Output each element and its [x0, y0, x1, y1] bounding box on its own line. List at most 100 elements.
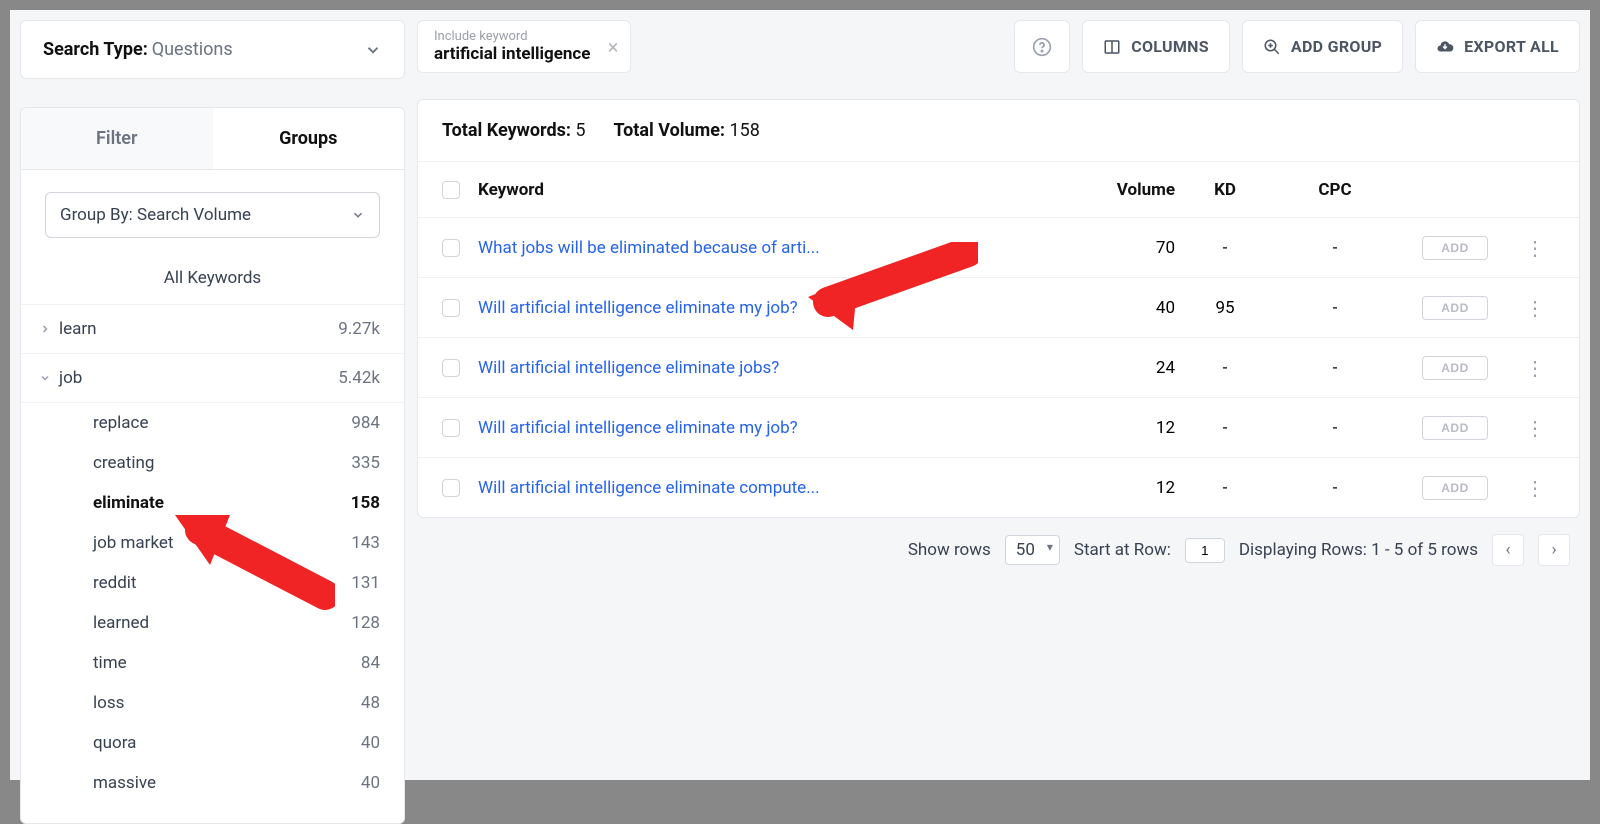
group-by-text: Group By: Search Volume: [60, 205, 251, 225]
tree-item-loss[interactable]: loss48: [21, 683, 404, 723]
kd-cell: -: [1175, 418, 1275, 438]
keyword-link[interactable]: Will artificial intelligence eliminate m…: [478, 418, 798, 438]
add-button[interactable]: ADD: [1422, 476, 1488, 500]
prev-page-button[interactable]: ‹: [1492, 534, 1524, 566]
tree-count: 335: [351, 453, 380, 473]
row-checkbox[interactable]: [442, 359, 460, 377]
start-at-label: Start at Row:: [1074, 540, 1171, 560]
tree-item-time[interactable]: time84: [21, 643, 404, 683]
app-root: Search Type: Questions Filter Groups Gro…: [10, 10, 1590, 780]
header-volume[interactable]: Volume: [1055, 180, 1175, 200]
tree-item-eliminate[interactable]: eliminate158: [21, 483, 404, 523]
row-checkbox[interactable]: [442, 479, 460, 497]
rows-per-page-select[interactable]: 50: [1005, 535, 1060, 565]
search-type-dropdown[interactable]: Search Type: Questions: [20, 20, 405, 79]
tree-item-creating[interactable]: creating335: [21, 443, 404, 483]
tree-item-replace[interactable]: replace984: [21, 403, 404, 443]
tab-groups[interactable]: Groups: [213, 108, 405, 169]
tree-item-job[interactable]: job 5.42k: [21, 354, 404, 403]
cpc-cell: -: [1275, 478, 1395, 498]
more-icon[interactable]: ⋮: [1525, 296, 1545, 320]
keyword-link[interactable]: What jobs will be eliminated because of …: [478, 238, 820, 258]
more-icon[interactable]: ⋮: [1525, 356, 1545, 380]
more-icon[interactable]: ⋮: [1525, 416, 1545, 440]
tree-label: loss: [93, 693, 124, 713]
header-keyword[interactable]: Keyword: [478, 180, 1055, 200]
add-button[interactable]: ADD: [1422, 296, 1488, 320]
tree-item-learned[interactable]: learned128: [21, 603, 404, 643]
chip-label: Include keyword: [434, 29, 590, 44]
tree-item-massive[interactable]: massive40: [21, 763, 404, 803]
results-table: Total Keywords: 5 Total Volume: 158 Keyw…: [417, 99, 1580, 518]
keyword-tree: learn 9.27k job 5.42k replace984 creatin…: [21, 305, 404, 823]
columns-icon: [1103, 38, 1121, 56]
more-icon[interactable]: ⋮: [1525, 236, 1545, 260]
tree-label: time: [93, 653, 127, 673]
search-type-value: Questions: [152, 39, 233, 60]
filter-chip-include-keyword: Include keyword artificial intelligence …: [417, 20, 631, 73]
start-row-input[interactable]: [1185, 538, 1225, 563]
export-all-button[interactable]: EXPORT ALL: [1415, 20, 1580, 73]
columns-button[interactable]: COLUMNS: [1082, 20, 1230, 73]
tree-label: massive: [93, 773, 156, 793]
tree-label: reddit: [93, 573, 137, 593]
table-header: Keyword Volume KD CPC: [418, 161, 1579, 217]
table-row: Will artificial intelligence eliminate j…: [418, 337, 1579, 397]
tree-label: job: [59, 368, 82, 388]
select-all-checkbox[interactable]: [442, 181, 460, 199]
volume-cell: 40: [1055, 298, 1175, 318]
sidebar-panel: Filter Groups Group By: Search Volume Al…: [20, 107, 405, 824]
tree-item-learn[interactable]: learn 9.27k: [21, 305, 404, 354]
right-column: Include keyword artificial intelligence …: [417, 20, 1580, 780]
add-group-button[interactable]: ADD GROUP: [1242, 20, 1403, 73]
chip-remove-icon[interactable]: ×: [608, 35, 619, 59]
add-button[interactable]: ADD: [1422, 416, 1488, 440]
group-by-dropdown[interactable]: Group By: Search Volume: [45, 192, 380, 238]
chevron-down-icon: [364, 41, 382, 59]
keyword-link[interactable]: Will artificial intelligence eliminate j…: [478, 358, 779, 378]
row-checkbox[interactable]: [442, 299, 460, 317]
tree-item-reddit[interactable]: reddit 131: [21, 563, 404, 603]
tree-count: 9.27k: [338, 319, 380, 339]
header-cpc[interactable]: CPC: [1275, 180, 1395, 200]
search-plus-icon: [1263, 38, 1281, 56]
more-icon[interactable]: ⋮: [1525, 476, 1545, 500]
row-checkbox[interactable]: [442, 419, 460, 437]
chevron-down-icon: [351, 208, 365, 222]
cpc-cell: -: [1275, 358, 1395, 378]
tree-label: quora: [93, 733, 136, 753]
spacer: [643, 20, 1002, 73]
tree-count: 143: [351, 533, 380, 553]
tree-label: job market: [93, 533, 173, 553]
tree-item-job-market[interactable]: job market 143: [21, 523, 404, 563]
export-all-label: EXPORT ALL: [1464, 37, 1559, 56]
keyword-link[interactable]: Will artificial intelligence eliminate c…: [478, 478, 820, 498]
pagination-bar: Show rows 50 Start at Row: Displaying Ro…: [417, 518, 1580, 566]
help-button[interactable]: [1014, 20, 1070, 73]
cpc-cell: -: [1275, 418, 1395, 438]
kd-cell: -: [1175, 238, 1275, 258]
kd-cell: -: [1175, 358, 1275, 378]
left-column: Search Type: Questions Filter Groups Gro…: [20, 20, 405, 780]
next-page-button[interactable]: ›: [1538, 534, 1570, 566]
tab-filter[interactable]: Filter: [21, 108, 213, 169]
chip-value: artificial intelligence: [434, 44, 590, 64]
table-row: Will artificial intelligence eliminate m…: [418, 397, 1579, 457]
cloud-download-icon: [1436, 38, 1454, 56]
kd-cell: -: [1175, 478, 1275, 498]
tree-count: 984: [351, 413, 380, 433]
volume-cell: 70: [1055, 238, 1175, 258]
row-checkbox[interactable]: [442, 239, 460, 257]
top-bar: Include keyword artificial intelligence …: [417, 20, 1580, 73]
add-button[interactable]: ADD: [1422, 356, 1488, 380]
group-by-wrap: Group By: Search Volume: [21, 170, 404, 252]
keyword-link[interactable]: Will artificial intelligence eliminate m…: [478, 298, 798, 318]
tree-count: 158: [351, 493, 380, 513]
all-keywords-button[interactable]: All Keywords: [21, 252, 404, 305]
tree-count: 131: [351, 573, 380, 593]
tree-count: 5.42k: [338, 368, 380, 388]
header-kd[interactable]: KD: [1175, 180, 1275, 200]
table-row: Will artificial intelligence eliminate m…: [418, 277, 1579, 337]
add-button[interactable]: ADD: [1422, 236, 1488, 260]
tree-item-quora[interactable]: quora40: [21, 723, 404, 763]
